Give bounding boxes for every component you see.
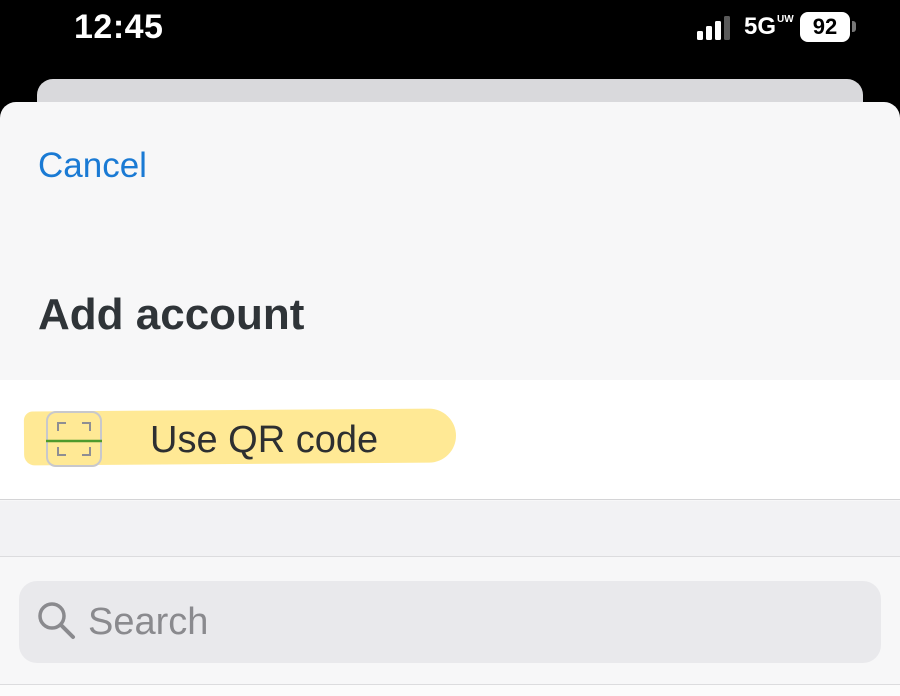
page-title: Add account [38, 290, 305, 339]
bottom-divider [0, 684, 900, 696]
search-icon [38, 602, 75, 639]
cancel-button[interactable]: Cancel [38, 146, 147, 186]
search-input[interactable] [88, 596, 848, 648]
battery-indicator: 92 [800, 12, 850, 42]
section-spacer [0, 501, 900, 557]
status-time: 12:45 [74, 8, 164, 46]
status-bar: 12:45 5G UW 92 [0, 0, 900, 58]
use-qr-code-label: Use QR code [150, 419, 379, 461]
network-type: 5G [744, 13, 777, 40]
network-superscript: UW [777, 14, 794, 25]
qr-scan-icon [46, 411, 102, 467]
cellular-signal-icon [697, 16, 730, 40]
battery-nub [852, 21, 856, 32]
